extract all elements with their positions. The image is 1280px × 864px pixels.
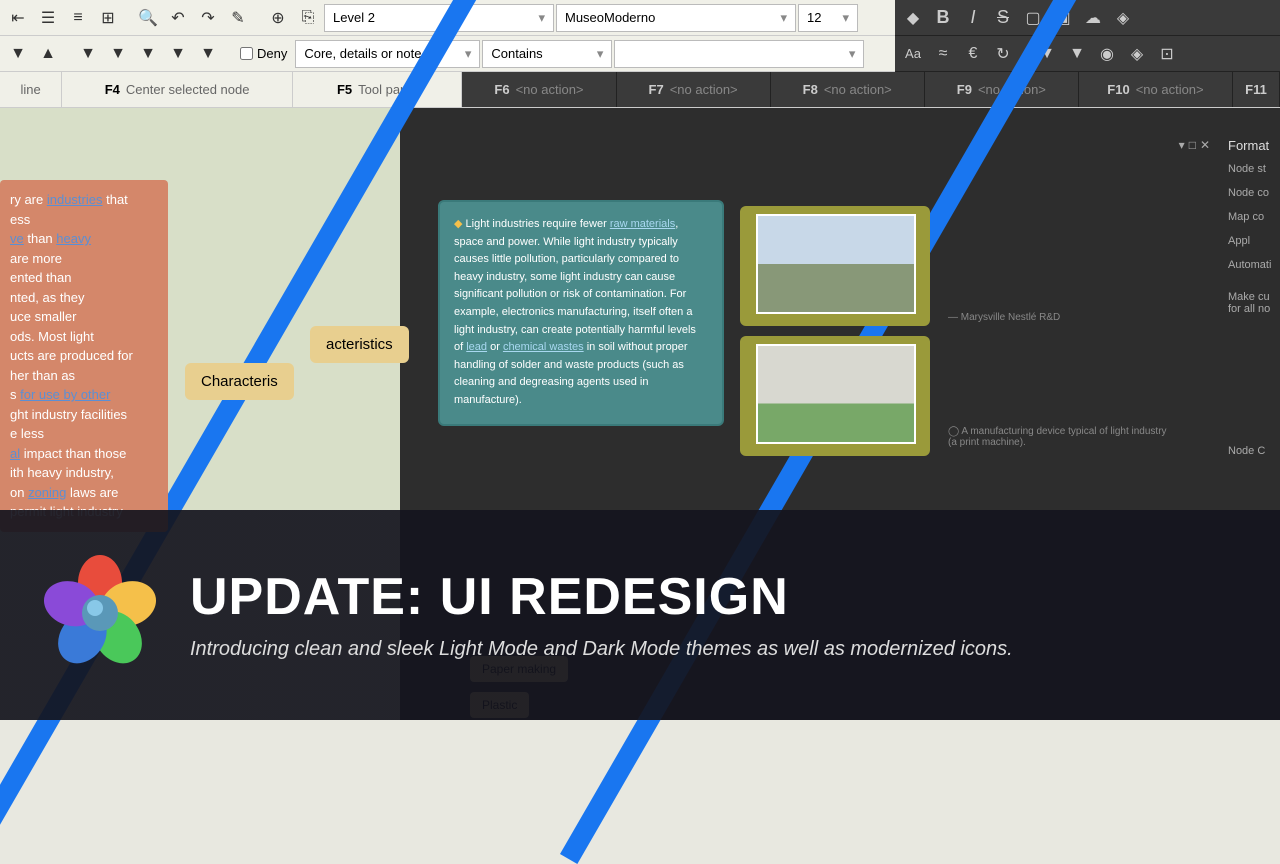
fkey-bar: line F4 Center selected node F5Tool panel…: [0, 72, 1280, 108]
format-make[interactable]: Make cufor all no: [1228, 291, 1272, 315]
contains-dropdown[interactable]: Contains: [482, 40, 612, 68]
deny-label: Deny: [257, 46, 287, 61]
link-heavy[interactable]: heavy: [56, 231, 91, 246]
grid-icon[interactable]: ⊞: [94, 4, 122, 32]
strikethrough-icon[interactable]: S: [989, 4, 1017, 32]
fkey-1-action: Center selected node: [126, 82, 250, 97]
outdent-icon[interactable]: ⇤: [4, 4, 32, 32]
fkey-f11[interactable]: F11: [1233, 72, 1280, 107]
link-chem[interactable]: chemical wastes: [503, 341, 584, 353]
edit-icon[interactable]: ✎: [224, 4, 252, 32]
fkey-4-num: F7: [649, 82, 664, 97]
link-ve[interactable]: ve: [10, 231, 24, 246]
fkey-f6[interactable]: F6 <no action>: [462, 72, 616, 107]
fkey-8-num: F11: [1245, 82, 1267, 97]
image-placeholder-2: [756, 344, 916, 444]
banner-title: UPDATE: UI REDESIGN: [190, 567, 1013, 627]
insert-icon[interactable]: ⎘: [294, 4, 322, 32]
deny-check-input[interactable]: [240, 47, 253, 60]
link-raw[interactable]: raw materials: [610, 218, 675, 230]
announcement-banner: UPDATE: UI REDESIGN Introducing clean an…: [0, 510, 1280, 720]
filter5-icon[interactable]: ▼: [194, 40, 222, 68]
fkey-line[interactable]: line: [0, 72, 62, 107]
fkey-3-num: F6: [494, 82, 509, 97]
fkey-5-action: <no action>: [824, 82, 892, 97]
case-icon[interactable]: Aa: [899, 40, 927, 68]
panel-controls: ▾ □ ✕: [1179, 138, 1210, 152]
fkey-7-num: F10: [1107, 82, 1129, 97]
toolbar-row-2-dark: Aa ≈ € ↻ ▼ ▼ ◉ ◈ ⊡: [895, 36, 1280, 72]
dfilter2-icon[interactable]: ▼: [1063, 40, 1091, 68]
fkey-3-action: <no action>: [516, 82, 584, 97]
fkey-f10[interactable]: F10 <no action>: [1079, 72, 1233, 107]
link-lead[interactable]: lead: [466, 341, 487, 353]
banner-subtitle: Introducing clean and sleek Light Mode a…: [190, 635, 1013, 663]
minimize-icon[interactable]: ▾: [1179, 138, 1185, 152]
fkey-5-num: F8: [803, 82, 818, 97]
link-zoning[interactable]: zoning: [28, 485, 66, 500]
toolbar-row-1-dark: ◆ B I S ▢ ▣ ☁ ◈: [895, 0, 1280, 36]
font-size-dropdown[interactable]: 12: [798, 4, 858, 32]
search-icon[interactable]: 🔍: [134, 4, 162, 32]
font-family-dropdown[interactable]: MuseoModerno: [556, 4, 796, 32]
format-nodestyle[interactable]: Node st: [1228, 163, 1272, 175]
fkey-4-action: <no action>: [670, 82, 738, 97]
image-node-1[interactable]: [740, 206, 930, 326]
dfilter5-icon[interactable]: ⊡: [1153, 40, 1181, 68]
filter-value-input[interactable]: [614, 40, 864, 68]
paint-icon[interactable]: ◆: [899, 4, 927, 32]
refresh-icon[interactable]: ↻: [989, 40, 1017, 68]
collapse-icon[interactable]: ▲: [34, 40, 62, 68]
definition-node[interactable]: ry are industries that ess ve than heavy…: [0, 180, 168, 532]
format-panel-title: Format: [1228, 138, 1272, 153]
shape-icon[interactable]: ◈: [1109, 4, 1137, 32]
undo-icon[interactable]: ↶: [164, 4, 192, 32]
close-icon[interactable]: ✕: [1200, 138, 1210, 152]
characteristics-node-light[interactable]: Characteris: [185, 363, 294, 400]
link-industries[interactable]: industries: [47, 192, 103, 207]
list-icon[interactable]: ☰: [34, 4, 62, 32]
fkey-1-num: F4: [105, 82, 120, 97]
approx-icon[interactable]: ≈: [929, 40, 957, 68]
bold-icon[interactable]: B: [929, 4, 957, 32]
filter3-icon[interactable]: ▼: [134, 40, 162, 68]
numbered-list-icon[interactable]: ≡: [64, 4, 92, 32]
redo-icon[interactable]: ↷: [194, 4, 222, 32]
fkey-f5[interactable]: F5Tool panel: [293, 72, 462, 107]
deny-checkbox[interactable]: Deny: [234, 46, 293, 61]
euro-icon[interactable]: €: [959, 40, 987, 68]
image-caption-1: — Marysville Nestlé R&D: [948, 312, 1060, 323]
dfilter4-icon[interactable]: ◈: [1123, 40, 1151, 68]
detail-node[interactable]: ◆ Light industries require fewer raw mat…: [438, 200, 724, 426]
characteristics-node-dark[interactable]: acteristics: [310, 326, 409, 363]
fkey-2-num: F5: [337, 82, 352, 97]
filter2-icon[interactable]: ▼: [104, 40, 132, 68]
fkey-7-action: <no action>: [1136, 82, 1204, 97]
filter4-icon[interactable]: ▼: [164, 40, 192, 68]
filter-field-dropdown[interactable]: Core, details or note: [295, 40, 480, 68]
maximize-icon[interactable]: □: [1189, 138, 1196, 152]
app-logo: [40, 553, 160, 678]
format-nodeco[interactable]: Node co: [1228, 187, 1272, 199]
link-useby[interactable]: for use by other: [20, 387, 110, 402]
fkey-f7[interactable]: F7 <no action>: [617, 72, 771, 107]
image-node-2[interactable]: [740, 336, 930, 456]
fkey-0-action: line: [21, 82, 41, 97]
image-caption-2: ◯ A manufacturing device typical of ligh…: [948, 426, 1168, 448]
fkey-6-num: F9: [957, 82, 972, 97]
format-auto: Automati: [1228, 259, 1272, 271]
expand-icon[interactable]: ▼: [4, 40, 32, 68]
format-mapco[interactable]: Map co: [1228, 211, 1272, 223]
fkey-f8[interactable]: F8 <no action>: [771, 72, 925, 107]
filter1-icon[interactable]: ▼: [74, 40, 102, 68]
italic-icon[interactable]: I: [959, 4, 987, 32]
format-nodec2[interactable]: Node C: [1228, 445, 1272, 457]
image-placeholder-1: [756, 214, 916, 314]
format-apply[interactable]: Appl: [1228, 235, 1272, 247]
link-al[interactable]: al: [10, 446, 20, 461]
fkey-f4[interactable]: F4 Center selected node: [62, 72, 293, 107]
cloud-icon[interactable]: ☁: [1079, 4, 1107, 32]
dfilter3-icon[interactable]: ◉: [1093, 40, 1121, 68]
add-node-icon[interactable]: ⊕: [264, 4, 292, 32]
